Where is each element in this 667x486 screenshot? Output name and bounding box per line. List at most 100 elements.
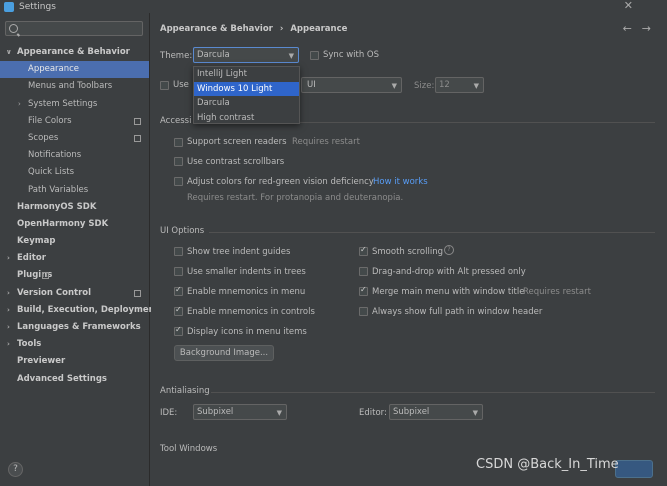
theme-option-selected[interactable]: Windows 10 Light [194, 81, 299, 96]
sidebar-item-openharmony-sdk[interactable]: OpenHarmony SDK [0, 216, 149, 233]
section-divider [211, 392, 655, 393]
sync-os-checkbox[interactable] [310, 51, 319, 60]
close-icon[interactable]: ✕ [624, 0, 633, 12]
forward-arrow-icon[interactable]: → [642, 22, 651, 35]
sidebar-item-notifications[interactable]: Notifications [0, 147, 149, 164]
sidebar-item-languages-frameworks[interactable]: › Languages & Frameworks [0, 319, 149, 336]
chevron-right-icon: › [18, 99, 21, 108]
sidebar-item-version-control[interactable]: › Version Control [0, 285, 149, 302]
smaller-indents-checkbox[interactable] [174, 267, 183, 276]
sidebar-item-label: Keymap [17, 236, 56, 247]
mnemonics-menu-checkbox[interactable] [174, 285, 183, 296]
chevron-right-icon: › [7, 305, 10, 314]
display-icons-label: Display icons in menu items [187, 327, 307, 337]
full-path-checkbox[interactable] [359, 307, 368, 316]
theme-option[interactable]: High contrast [194, 111, 299, 126]
ide-aa-select[interactable]: Subpixel ▼ [193, 404, 287, 420]
mnemonics-controls-checkbox[interactable] [174, 305, 183, 316]
sync-os-label: Sync with OS [323, 50, 380, 60]
mnemonics-menu-label: Enable mnemonics in menu [187, 287, 306, 297]
chevron-down-icon: ▼ [473, 82, 479, 90]
sidebar-item-harmonyos-sdk[interactable]: HarmonyOS SDK [0, 199, 149, 216]
display-icons-checkbox[interactable] [174, 325, 183, 336]
editor-aa-select[interactable]: Subpixel ▼ [389, 404, 483, 420]
sidebar-item-editor[interactable]: › Editor [0, 250, 149, 267]
back-arrow-icon[interactable]: ← [623, 22, 632, 35]
contrast-scrollbars-checkbox[interactable] [174, 157, 183, 166]
chevron-down-icon: ▼ [276, 409, 282, 417]
chevron-right-icon: › [7, 323, 10, 331]
requires-restart-hint: Requires restart [292, 137, 360, 147]
help-button[interactable]: ? [8, 462, 23, 477]
search-input[interactable] [5, 21, 143, 36]
use-custom-font-checkbox[interactable] [160, 81, 169, 90]
background-image-button[interactable]: Background Image... [174, 345, 274, 361]
smooth-scrolling-label: Smooth scrolling [372, 247, 443, 257]
theme-select[interactable]: Darcula ▼ [193, 47, 299, 63]
theme-option[interactable]: IntelliJ Light [194, 67, 299, 82]
chevron-right-icon: › [7, 254, 10, 263]
search-icon [9, 24, 18, 33]
app-icon [4, 1, 14, 12]
nav-arrows: ← → [613, 22, 651, 35]
editor-aa-label: Editor: [359, 408, 387, 418]
size-select-value: 12 [439, 80, 450, 90]
how-it-works-link[interactable]: How it works [373, 177, 428, 187]
font-select-value: UI [307, 80, 316, 90]
sidebar-item-appearance[interactable]: Appearance [0, 61, 149, 79]
sidebar-item-label: OpenHarmony SDK [17, 218, 109, 229]
sidebar-item-tools[interactable]: › Tools [0, 336, 149, 353]
sidebar-item-appearance-behavior[interactable]: ∨ Appearance & Behavior [0, 44, 149, 61]
support-readers-label: Support screen readers [187, 137, 287, 147]
sidebar-item-plugins[interactable]: Plugins [0, 267, 149, 284]
breadcrumb-separator: › [279, 24, 284, 34]
sidebar-item-previewer[interactable]: Previewer [0, 353, 149, 370]
sidebar-item-advanced-settings[interactable]: Advanced Settings [0, 371, 149, 388]
chevron-right-icon: › [7, 288, 10, 297]
ok-button[interactable] [615, 460, 653, 478]
font-select[interactable]: UI ▼ [301, 77, 402, 93]
sidebar-item-keymap[interactable]: Keymap [0, 233, 149, 250]
full-path-label: Always show full path in window header [372, 307, 543, 317]
sidebar-item-quick-lists[interactable]: Quick Lists [0, 164, 149, 181]
sidebar-item-system-settings[interactable]: › System Settings [0, 96, 149, 113]
smooth-scrolling-checkbox[interactable] [359, 245, 368, 256]
settings-badge-icon [42, 272, 49, 280]
settings-tree: ∨ Appearance & Behavior Appearance Menus… [0, 44, 159, 388]
adjust-colors-checkbox[interactable] [174, 177, 183, 186]
sidebar-item-label: Appearance & Behavior [17, 47, 130, 57]
support-readers-checkbox[interactable] [174, 138, 183, 147]
breadcrumb-parent[interactable]: Appearance & Behavior [160, 24, 273, 34]
sidebar-item-scopes[interactable]: Scopes [0, 130, 149, 147]
chevron-down-icon: ▼ [472, 409, 478, 417]
watermark: CSDN @Back_In_Time [476, 457, 619, 472]
merge-main-menu-label: Merge main menu with window title [372, 287, 525, 297]
sidebar-item-label: Languages & Frameworks [17, 322, 141, 332]
sidebar-item-label: Appearance [28, 64, 80, 75]
smaller-indents-label: Use smaller indents in trees [187, 267, 306, 277]
sidebar-item-build-execution-deployment[interactable]: › Build, Execution, Deployment [0, 302, 159, 319]
size-select[interactable]: 12 ▼ [435, 77, 484, 93]
sidebar-item-path-variables[interactable]: Path Variables [0, 182, 149, 199]
sidebar-item-label: Build, Execution, Deployment [17, 304, 159, 315]
theme-dropdown-list: IntelliJ Light Windows 10 Light Darcula … [193, 66, 300, 124]
theme-option[interactable]: Darcula [194, 96, 299, 111]
theme-label: Theme: [160, 51, 193, 61]
sidebar-item-menus-toolbars[interactable]: Menus and Toolbars [0, 78, 149, 95]
sidebar-item-label: Menus and Toolbars [28, 81, 113, 92]
chevron-down-icon: ▼ [391, 82, 397, 90]
tool-windows-section-title: Tool Windows [160, 444, 218, 454]
merge-main-menu-checkbox[interactable] [359, 285, 368, 296]
use-custom-font-label: Use [173, 80, 189, 90]
ide-aa-value: Subpixel [197, 407, 234, 417]
drag-drop-alt-checkbox[interactable] [359, 267, 368, 276]
sidebar-item-file-colors[interactable]: File Colors [0, 113, 149, 130]
section-divider [209, 232, 655, 233]
mnemonics-controls-label: Enable mnemonics in controls [187, 307, 315, 317]
requires-restart-hint: Requires restart [523, 287, 591, 297]
tree-guides-checkbox[interactable] [174, 247, 183, 256]
project-scope-icon [134, 289, 141, 297]
sidebar-item-label: Quick Lists [28, 167, 75, 178]
window-title: Settings [19, 1, 56, 12]
adjust-colors-note: Requires restart. For protanopia and deu… [187, 193, 404, 203]
